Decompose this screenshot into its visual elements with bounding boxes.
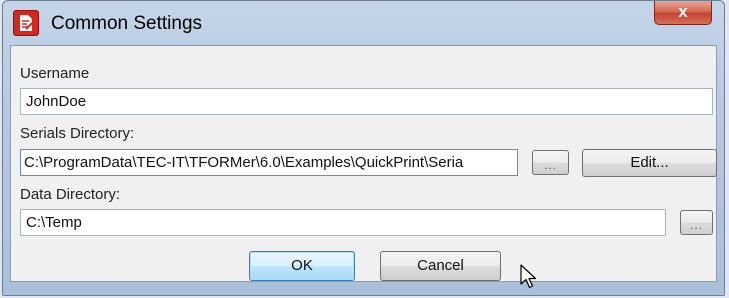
serials-browse-button[interactable]: ...	[532, 150, 569, 175]
serials-edit-button[interactable]: Edit...	[582, 149, 717, 177]
username-label: Username	[20, 65, 90, 82]
dialog-body: Username JohnDoe Serials Directory: C:\P…	[10, 45, 717, 282]
title-bar[interactable]: Common Settings x	[3, 1, 724, 45]
data-directory-field[interactable]: C:\Temp	[20, 209, 666, 236]
cancel-button[interactable]: Cancel	[380, 251, 501, 281]
data-browse-button[interactable]: ...	[680, 210, 713, 235]
data-directory-label: Data Directory:	[20, 186, 121, 203]
app-icon	[13, 10, 39, 36]
common-settings-dialog: Common Settings x Username JohnDoe Seria…	[2, 0, 725, 296]
serials-directory-field[interactable]: C:\ProgramData\TEC-IT\TFORMer\6.0\Exampl…	[20, 149, 518, 176]
mouse-pointer-icon	[520, 264, 538, 295]
ok-button[interactable]: OK	[249, 251, 355, 281]
close-button[interactable]: x	[654, 1, 712, 25]
serials-directory-label: Serials Directory:	[20, 125, 135, 142]
window-title: Common Settings	[51, 13, 203, 34]
username-field[interactable]: JohnDoe	[20, 88, 713, 115]
